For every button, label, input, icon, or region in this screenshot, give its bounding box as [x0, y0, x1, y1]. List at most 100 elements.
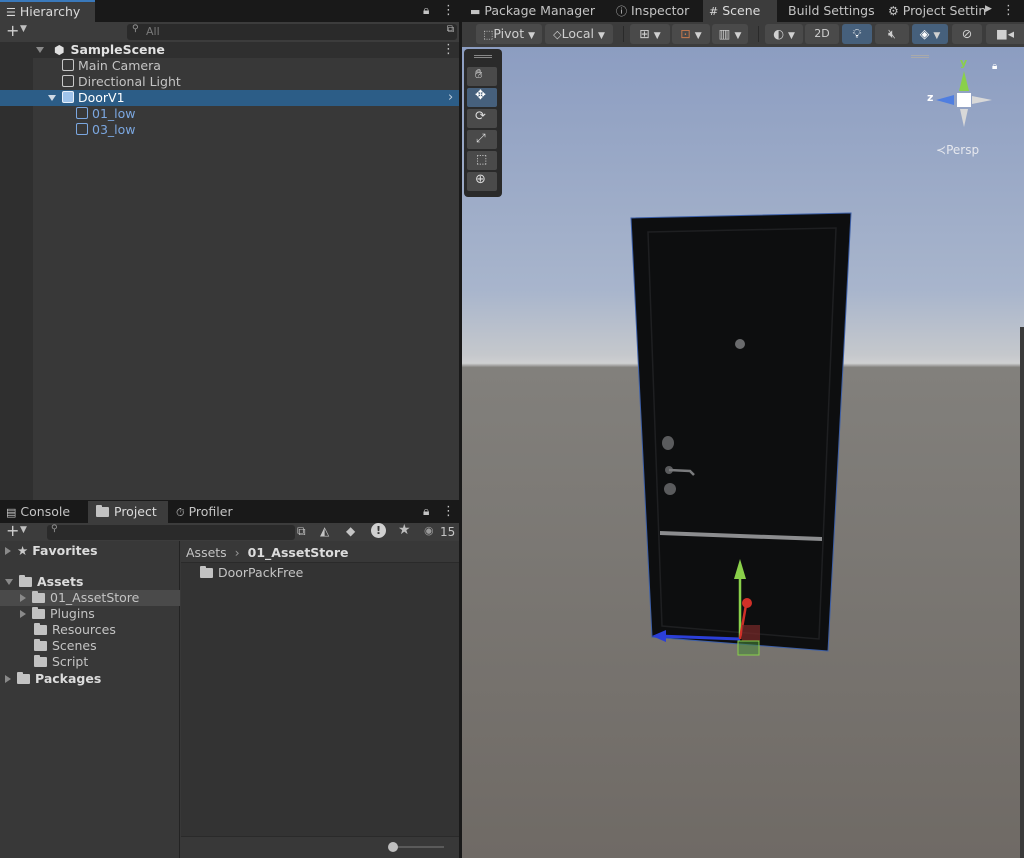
2d-toggle[interactable]: 2D	[805, 24, 839, 44]
expand-arrow-icon[interactable]	[20, 594, 26, 602]
chevron-right-icon[interactable]: ›	[448, 90, 453, 105]
open-folder-icon	[19, 575, 32, 587]
chevron-down-icon: ▼	[597, 31, 605, 41]
eye-slash-icon: ⊘	[961, 26, 973, 41]
more-menu-icon[interactable]: ⋮	[442, 504, 455, 519]
list-icon: ☰	[6, 6, 16, 19]
unity-scene-icon: ⬢	[53, 43, 65, 57]
list-item[interactable]: Script	[34, 654, 88, 670]
list-item[interactable]: Resources	[34, 622, 116, 638]
list-item[interactable]: Plugins	[20, 606, 95, 622]
visibility-toggle[interactable]: ⊘	[952, 24, 982, 44]
tab-console[interactable]: ▤ Console	[0, 501, 86, 523]
filter-type-icon[interactable]: ◭	[320, 524, 329, 538]
filter-label-icon[interactable]: ◆	[346, 524, 355, 538]
console-icon: ▤	[6, 506, 17, 519]
scene-header[interactable]: ⬢ SampleScene	[36, 42, 165, 58]
star-icon[interactable]: ★	[398, 522, 411, 538]
list-item[interactable]: Scenes	[34, 638, 97, 654]
rotate-icon: ⟳	[475, 109, 486, 124]
prefab-child-icon	[76, 123, 88, 135]
expand-arrow-icon[interactable]	[5, 547, 11, 555]
expand-arrow-icon[interactable]	[5, 675, 11, 683]
rect-tool-button[interactable]: ⬚	[467, 151, 497, 170]
viewport-scrollbar[interactable]	[1020, 327, 1024, 858]
breadcrumb-current[interactable]: 01_AssetStore	[248, 545, 349, 560]
search-options-icon[interactable]: ⧉	[447, 24, 454, 35]
tab-project-settings[interactable]: ⚙ Project Settin	[882, 0, 986, 22]
add-icon[interactable]: +	[6, 21, 19, 40]
list-item[interactable]: 03_low	[76, 122, 136, 138]
zoom-slider-track[interactable]	[392, 846, 444, 848]
chevron-down-icon[interactable]: ▼	[20, 24, 27, 34]
door-lock-top	[662, 436, 674, 450]
chevron-down-icon: ▼	[528, 31, 535, 41]
packages-item[interactable]: Packages	[5, 671, 101, 687]
lighting-toggle[interactable]: 💡︎	[842, 24, 872, 44]
chevron-down-icon[interactable]: ▼	[20, 525, 27, 535]
increment-snap-button[interactable]: ⊡ ▼	[672, 24, 710, 44]
camera-button[interactable]: ■◂	[986, 24, 1024, 44]
tab-hierarchy[interactable]: ☰ Hierarchy	[0, 0, 95, 22]
grid-snapping-button[interactable]: ⊞ ▼	[630, 24, 670, 44]
door-peephole	[735, 339, 745, 349]
persp-toggle[interactable]: ≺Persp	[936, 143, 979, 157]
expand-arrow-icon[interactable]	[36, 47, 44, 53]
lock-icon[interactable]: 🔒︎	[423, 504, 429, 519]
list-item[interactable]: 01_low	[76, 106, 136, 122]
search-options-icon[interactable]: ⧉	[297, 524, 306, 539]
tab-build-settings[interactable]: Build Settings	[782, 0, 880, 22]
transform-tool-button[interactable]: ⊕	[467, 172, 497, 191]
move-tool-button[interactable]: ✥	[467, 88, 497, 107]
list-item[interactable]: DoorPackFree	[200, 565, 303, 581]
project-search-input[interactable]: ⚲	[47, 524, 295, 540]
tab-scene[interactable]: # Scene	[703, 0, 777, 22]
list-item[interactable]: Directional Light	[62, 74, 181, 90]
tab-scroll-right-icon[interactable]: ▶	[985, 4, 992, 14]
chevron-left-icon: ≺	[936, 143, 947, 157]
lock-icon[interactable]: 🔒︎	[992, 61, 997, 72]
list-item-selected[interactable]: DoorV1	[48, 90, 125, 106]
list-item[interactable]: Main Camera	[62, 58, 161, 74]
tab-package-manager[interactable]: ▬ Package Manager	[464, 0, 600, 22]
list-item[interactable]: 01_AssetStore	[20, 590, 139, 606]
package-icon: ▬	[470, 5, 481, 18]
lock-icon[interactable]: 🔒︎	[423, 3, 429, 18]
audio-toggle[interactable]: 🔇︎	[875, 24, 909, 44]
assets-item[interactable]: Assets	[5, 574, 83, 590]
folder-icon	[34, 623, 47, 635]
rotate-tool-button[interactable]: ⟳	[467, 109, 497, 128]
scene-more-icon[interactable]: ⋮	[442, 42, 455, 57]
star-icon: ★	[17, 543, 29, 558]
tab-project[interactable]: Project	[88, 501, 168, 523]
effects-toggle[interactable]: ◈ ▼	[912, 24, 948, 44]
expand-arrow-icon[interactable]	[48, 95, 56, 101]
tab-profiler[interactable]: ⏱ Profiler	[170, 501, 250, 523]
breadcrumb-root[interactable]: Assets	[186, 545, 227, 560]
eye-icon[interactable]: ◉	[424, 524, 434, 537]
prefab-icon	[62, 91, 74, 103]
tab-inspector[interactable]: ⓘ Inspector	[610, 0, 696, 22]
zoom-slider-handle[interactable]	[388, 842, 398, 852]
draw-mode-button[interactable]: ◐ ▼	[765, 24, 803, 44]
tools-drag-handle[interactable]	[474, 55, 492, 58]
more-menu-icon[interactable]: ⋮	[442, 3, 455, 18]
scene-viewport[interactable]: y z 🔒︎ ≺Persp	[462, 47, 1024, 858]
gizmo-center-cube	[957, 93, 971, 107]
expand-arrow-icon[interactable]	[20, 610, 26, 618]
ruler-snap-button[interactable]: ▥ ▼	[712, 24, 748, 44]
favorites-item[interactable]: ★ Favorites	[5, 543, 98, 559]
warning-icon[interactable]: !	[371, 523, 386, 538]
pivot-dropdown[interactable]: ⬚Pivot ▼	[476, 24, 542, 44]
hand-tool-button[interactable]: ✋︎	[467, 67, 497, 86]
folder-icon	[32, 591, 45, 603]
gameobject-icon	[62, 75, 74, 87]
expand-arrow-icon[interactable]	[5, 579, 13, 585]
add-icon[interactable]: +	[6, 521, 19, 540]
gizmo-z-handle	[742, 598, 752, 608]
hierarchy-search-input[interactable]: ⚲ All ⧉	[127, 24, 457, 40]
scale-tool-button[interactable]: ⤢	[467, 130, 497, 149]
ruler-icon: ▥	[718, 26, 731, 41]
local-dropdown[interactable]: ◇Local ▼	[545, 24, 613, 44]
more-menu-icon[interactable]: ⋮	[1002, 3, 1015, 18]
